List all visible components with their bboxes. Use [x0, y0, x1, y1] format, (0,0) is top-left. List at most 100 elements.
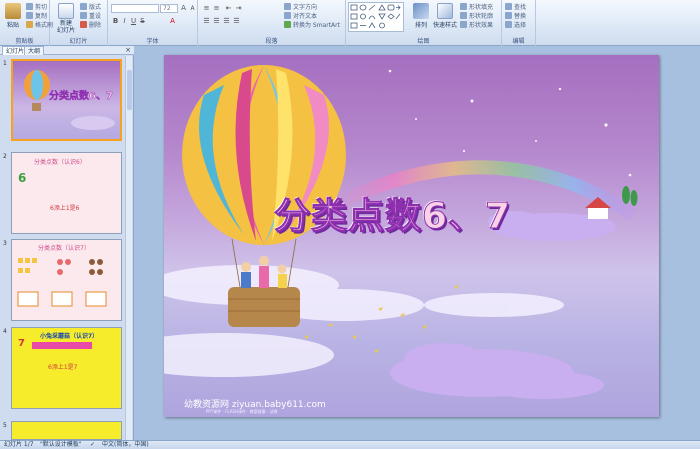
slide-editing-area: 分类点数6、7 幼教资源网 ziyuan.baby611.com PPT课件 ·…: [134, 46, 700, 440]
shape-effects-button[interactable]: 形状效果: [460, 21, 493, 30]
editing-group: 查找 替换 选择 编辑: [502, 0, 536, 46]
paste-button[interactable]: 粘贴: [2, 3, 24, 29]
copy-button[interactable]: 复制: [26, 12, 47, 21]
smartart-icon: [284, 21, 291, 28]
thumb-title: 分类点数（认识6）: [34, 159, 86, 166]
ribbon: 粘贴 剪切 复制 格式刷 剪贴板 新建 幻灯片 版式 重设 删除 幻灯片 72 …: [0, 0, 700, 46]
cut-button[interactable]: 剪切: [26, 3, 47, 12]
drawing-group: 排列 快速样式 形状填充 形状轮廓 形状效果 绘图: [346, 0, 502, 46]
panel-scrollbar[interactable]: [125, 56, 132, 440]
thumb-number: 1: [3, 60, 7, 67]
align-text-icon: [284, 12, 291, 19]
font-size-combo[interactable]: 72: [160, 4, 178, 13]
thumb-digit: 6: [18, 171, 27, 185]
slide-thumbnail[interactable]: [11, 421, 122, 440]
thumb-number: 2: [3, 153, 7, 160]
select-button[interactable]: 选择: [505, 21, 526, 30]
slide-thumbnail[interactable]: 分类点数6、7: [11, 59, 122, 141]
text-direction-button[interactable]: 文字方向: [284, 3, 317, 12]
layout-icon: [80, 3, 87, 10]
editing-group-label: 编辑: [512, 38, 525, 45]
text-direction-icon: [284, 3, 291, 10]
shape-outline-button[interactable]: 形状轮廓: [460, 12, 493, 21]
thumb-bar: [32, 342, 92, 349]
bold-button[interactable]: B: [111, 17, 120, 26]
copy-icon: [26, 12, 33, 19]
outline-pen-icon: [460, 12, 467, 19]
strikethrough-button[interactable]: S: [138, 17, 147, 26]
justify-button[interactable]: ☰: [232, 17, 241, 26]
shrink-font-button[interactable]: A: [188, 4, 197, 13]
paragraph-group: ≡ ≡ ⇤ ⇥ ☰ ☰ ☰ ☰ 文字方向 对齐文本 转换为 SmartArt 段…: [198, 0, 346, 46]
delete-slide-button[interactable]: 删除: [80, 21, 101, 30]
font-color-button[interactable]: A: [168, 17, 177, 26]
increase-indent-button[interactable]: ⇥: [234, 4, 243, 13]
shapes-gallery-icons: [350, 4, 401, 29]
thumb-number: 5: [3, 422, 7, 429]
replace-button[interactable]: 替换: [505, 12, 526, 21]
fill-bucket-icon: [460, 3, 467, 10]
bullets-button[interactable]: ≡: [202, 4, 211, 13]
scissors-icon: [26, 3, 33, 10]
slide-thumbnail[interactable]: 分类点数（认识6） 6 6添上1是6: [11, 152, 122, 234]
thumb-title: 小兔采蘑菇（认识7）: [40, 333, 99, 340]
numbering-button[interactable]: ≡: [212, 4, 221, 13]
thumb-caption: 6添上1是7: [48, 364, 78, 371]
smartart-button[interactable]: 转换为 SmartArt: [284, 21, 340, 30]
align-left-button[interactable]: ☰: [202, 17, 211, 26]
paragraph-group-label: 段落: [265, 38, 278, 45]
brush-icon: [26, 21, 33, 28]
delete-icon: [80, 21, 87, 28]
underline-button[interactable]: U: [129, 17, 138, 26]
slide-title[interactable]: 分类点数6、7: [273, 187, 511, 239]
thumb-number: 4: [3, 328, 7, 335]
svg-text:分类点数6、7: 分类点数6、7: [49, 89, 113, 102]
cursor-icon: [505, 21, 512, 28]
font-group-label: 字体: [146, 38, 159, 45]
font-name-combo[interactable]: [111, 4, 159, 13]
new-slide-button[interactable]: 新建 幻灯片: [54, 3, 78, 34]
tab-outline[interactable]: 大纲: [24, 46, 45, 55]
layout-button[interactable]: 版式: [80, 3, 101, 12]
align-center-button[interactable]: ☰: [212, 17, 221, 26]
close-panel-icon[interactable]: ×: [125, 46, 131, 55]
thumb-number: 3: [3, 240, 7, 247]
align-right-button[interactable]: ☰: [222, 17, 231, 26]
reset-button[interactable]: 重设: [80, 12, 101, 21]
thumb-1-art: 分类点数6、7: [24, 70, 115, 130]
quick-styles-button[interactable]: 快速样式: [432, 3, 458, 29]
thumb-digit: 7: [18, 338, 25, 349]
spellcheck-icon[interactable]: ✓: [90, 441, 95, 449]
paste-icon: [5, 3, 21, 19]
slide-thumbnail[interactable]: 小兔采蘑菇（认识7） 7 6添上1是7: [11, 327, 122, 409]
thumb-title: 分类点数（认识7）: [38, 245, 90, 252]
format-painter-button[interactable]: 格式刷: [26, 21, 53, 30]
thumb-caption: 6添上1是6: [50, 205, 80, 212]
panel-tabs: 幻灯片 大纲 ×: [0, 46, 134, 55]
quick-styles-icon: [437, 3, 453, 19]
clipboard-group-label: 剪贴板: [15, 38, 34, 45]
arrange-icon: [413, 3, 429, 19]
font-group: 72 A A B I U S A 字体: [108, 0, 198, 46]
arrange-button[interactable]: 排列: [410, 3, 432, 29]
slide-thumbnail[interactable]: 分类点数（认识7）: [11, 239, 122, 321]
new-slide-icon: [58, 3, 74, 19]
grow-font-button[interactable]: A: [179, 4, 188, 13]
italic-button[interactable]: I: [120, 17, 129, 26]
find-button[interactable]: 查找: [505, 3, 526, 12]
clipboard-group: 粘贴 剪切 复制 格式刷 剪贴板: [0, 0, 53, 46]
binoculars-icon: [505, 3, 512, 10]
language-indicator: 中文(简体，中国): [102, 441, 149, 448]
replace-icon: [505, 12, 512, 19]
reset-icon: [80, 12, 87, 19]
drawing-group-label: 绘图: [417, 38, 430, 45]
scrollbar-thumb[interactable]: [127, 70, 132, 110]
slides-group-label: 幻灯片: [69, 38, 88, 45]
shapes-gallery[interactable]: [348, 2, 404, 32]
align-text-button[interactable]: 对齐文本: [284, 12, 317, 21]
effects-icon: [460, 21, 467, 28]
slide-canvas[interactable]: 分类点数6、7 幼教资源网 ziyuan.baby611.com PPT课件 ·…: [164, 55, 659, 417]
slides-group: 新建 幻灯片 版式 重设 删除 幻灯片: [50, 0, 108, 46]
decrease-indent-button[interactable]: ⇤: [224, 4, 233, 13]
shape-fill-button[interactable]: 形状填充: [460, 3, 493, 12]
